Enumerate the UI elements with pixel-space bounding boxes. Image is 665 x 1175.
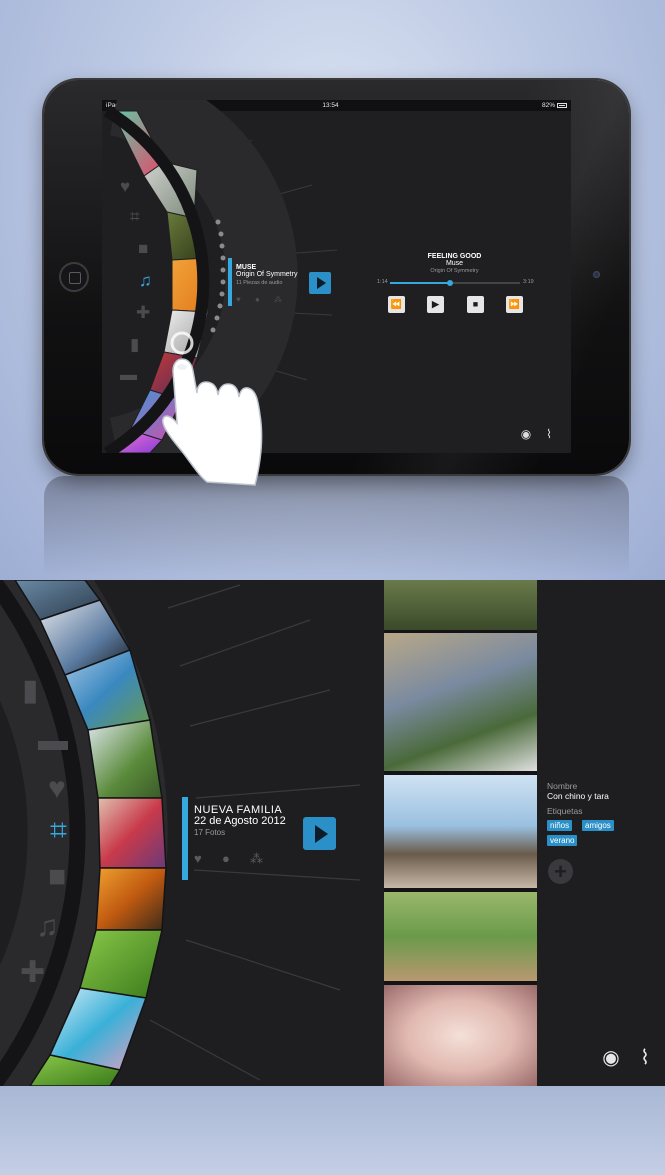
video-camera-icon[interactable]: ■ xyxy=(138,240,148,257)
info-icon[interactable]: ● xyxy=(222,851,230,866)
progress-knob[interactable] xyxy=(446,280,453,286)
photo-strip[interactable] xyxy=(384,580,537,1086)
pointing-hand-illustration xyxy=(161,331,263,486)
gamepad-icon[interactable]: ✚ xyxy=(136,304,150,321)
footer-background xyxy=(0,1086,665,1175)
name-value[interactable]: Con chino y tara xyxy=(547,791,609,801)
photo-thumbnail-selected[interactable] xyxy=(384,775,537,888)
favorite-icon[interactable]: ♥ xyxy=(194,851,202,866)
music-note-icon[interactable]: ♫ xyxy=(36,912,59,942)
tag-chip[interactable]: amigos xyxy=(582,820,614,831)
play-button[interactable]: ▶ xyxy=(427,296,444,313)
book-icon[interactable]: ▮ xyxy=(22,676,39,706)
heart-icon[interactable]: ♥ xyxy=(120,178,130,195)
song-album: Origin Of Symmetry xyxy=(430,268,479,274)
photo-thumbnail[interactable] xyxy=(384,580,537,630)
video-camera-icon[interactable]: ■ xyxy=(48,862,66,892)
share-icon[interactable]: ⁂ xyxy=(274,295,282,304)
wireless-icon[interactable]: ⌇ xyxy=(634,1047,656,1069)
gamepad-icon[interactable]: ✚ xyxy=(20,958,45,988)
wireless-icon[interactable]: ⌇ xyxy=(542,427,556,441)
album-count: 11 Piezas de audio xyxy=(236,280,283,286)
rewind-button[interactable]: ⏪ xyxy=(388,296,405,313)
heart-icon[interactable]: ♥ xyxy=(48,774,66,804)
song-artist: Muse xyxy=(445,260,464,267)
album-count: 17 Fotos xyxy=(194,828,226,837)
progress-fill xyxy=(390,282,450,284)
photo-frame-icon[interactable]: ⌗ xyxy=(130,208,140,225)
settings-eye-icon[interactable]: ◉ xyxy=(519,427,533,441)
ipad-camera xyxy=(593,271,600,278)
favorite-icon[interactable]: ♥ xyxy=(236,295,241,304)
stop-button[interactable]: ■ xyxy=(467,296,484,313)
music-note-icon[interactable]: ♫ xyxy=(139,272,152,289)
fast-forward-button[interactable]: ⏩ xyxy=(506,296,523,313)
book-icon[interactable]: ▮ xyxy=(130,336,139,353)
tag-chip[interactable]: verano xyxy=(547,835,578,846)
share-icon[interactable]: ⁂ xyxy=(250,851,263,867)
photo-frame-icon[interactable]: ⌗ xyxy=(50,816,67,846)
add-tag-button[interactable]: + xyxy=(548,859,573,884)
album-play-button[interactable] xyxy=(309,272,331,294)
tag-chip[interactable]: niños xyxy=(547,820,573,831)
ipad-reflection xyxy=(44,476,629,576)
hero-ipad-section: iPad 13:54 82% ♥ ⌗ ■ ♫ ✚ ▮ ▬ MUSE Origin… xyxy=(0,0,665,580)
album-title: Origin Of Symmetry xyxy=(236,271,298,278)
song-title: FEELING GOOD xyxy=(427,253,482,260)
photo-thumbnail[interactable] xyxy=(384,633,537,771)
total-time: 3:19 xyxy=(523,279,534,285)
photo-album-view: ▮ ▬ ♥ ⌗ ■ ♫ ✚ NUEVA FAMILIA 22 de Agosto… xyxy=(0,580,665,1086)
slideshow-play-button[interactable] xyxy=(303,817,336,850)
photo-thumbnail[interactable] xyxy=(384,892,537,981)
folder-icon[interactable]: ▬ xyxy=(38,726,68,756)
album-artist: MUSE xyxy=(236,264,257,271)
info-icon[interactable]: ● xyxy=(255,295,260,304)
settings-eye-icon[interactable]: ◉ xyxy=(600,1047,622,1069)
folder-icon[interactable]: ▬ xyxy=(120,366,137,383)
selected-indicator xyxy=(228,258,232,306)
photo-thumbnail[interactable] xyxy=(384,985,537,1086)
progress-bar[interactable] xyxy=(390,280,520,286)
tags-label: Etiquetas xyxy=(547,806,583,816)
ipad-home-button xyxy=(59,262,89,292)
elapsed-time: 1:14 xyxy=(377,279,388,285)
album-date: 22 de Agosto 2012 xyxy=(194,815,286,827)
selected-indicator xyxy=(182,797,188,880)
name-label: Nombre xyxy=(547,781,578,791)
